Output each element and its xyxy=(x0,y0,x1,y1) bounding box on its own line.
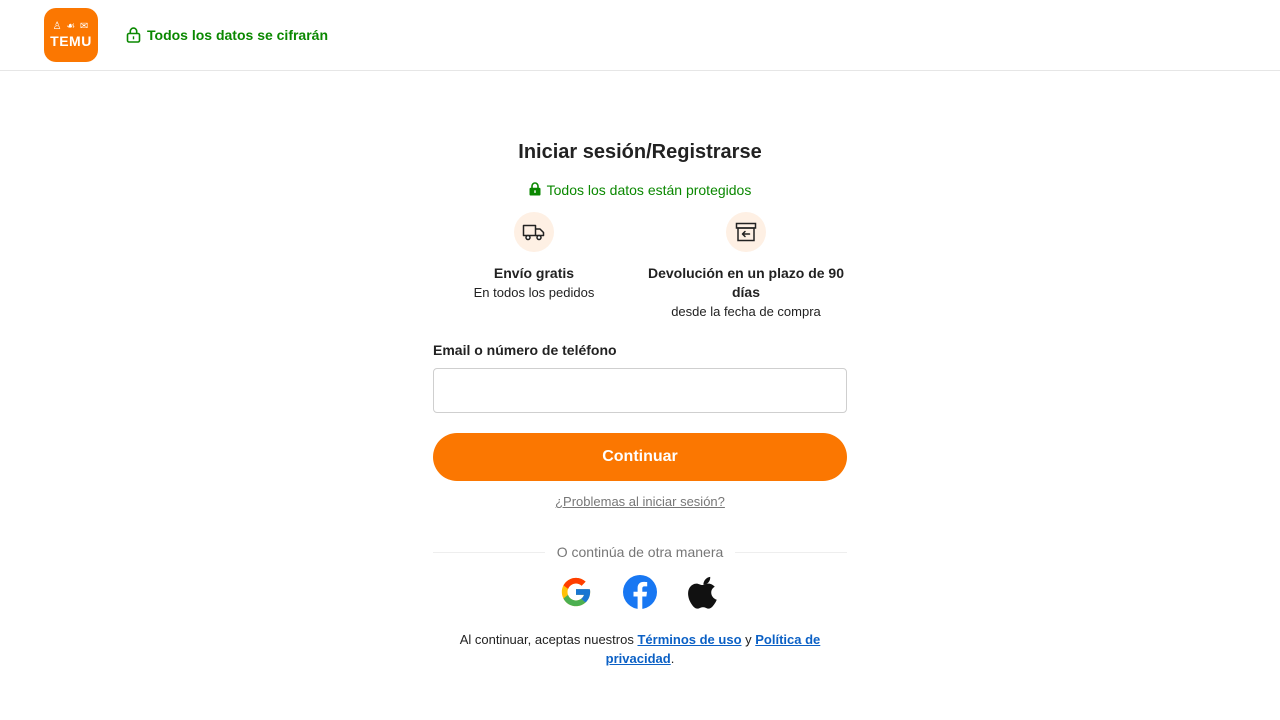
divider-line-left xyxy=(433,551,545,553)
benefits: Envío gratis En todos los pedidos Devolu… xyxy=(433,212,847,322)
lock-filled-icon xyxy=(529,181,541,199)
benefit-free-shipping: Envío gratis En todos los pedidos xyxy=(449,212,619,302)
social-login xyxy=(433,574,847,610)
facebook-login-button[interactable] xyxy=(622,574,658,610)
email-phone-input[interactable] xyxy=(433,368,847,413)
benefit-title: Envío gratis xyxy=(493,265,575,281)
encryption-notice: Todos los datos se cifrarán xyxy=(126,27,328,43)
apple-login-button[interactable] xyxy=(686,574,722,610)
email-phone-label: Email o número de teléfono xyxy=(433,342,617,358)
google-icon xyxy=(561,577,591,607)
temu-logo[interactable]: ♙ ☙ ✉ TEMU xyxy=(44,8,98,62)
terms-suffix: . xyxy=(670,651,675,666)
page-title: Iniciar sesión/Registrarse xyxy=(518,141,762,163)
terms-prefix: Al continuar, aceptas nuestros xyxy=(459,632,634,647)
top-bar: ♙ ☙ ✉ TEMU Todos los datos se cifrarán xyxy=(0,0,1280,71)
logo-text: TEMU xyxy=(50,33,92,49)
google-login-button[interactable] xyxy=(558,574,594,610)
trouble-signing-in: ¿Problemas al iniciar sesión? xyxy=(433,494,847,509)
continue-button[interactable]: Continuar xyxy=(433,433,847,481)
terms-of-use-link[interactable]: Términos de uso xyxy=(637,632,741,647)
divider-text: O continúa de otra manera xyxy=(556,544,724,560)
encryption-text: Todos los datos se cifrarán xyxy=(147,27,329,43)
divider-line-right xyxy=(735,551,848,553)
benefit-subtitle: En todos los pedidos xyxy=(473,285,595,300)
apple-icon xyxy=(688,576,717,609)
logo-icons: ♙ ☙ ✉ xyxy=(52,21,90,32)
benefit-returns: Devolución en un plazo de 90 días desde … xyxy=(645,212,847,321)
terms-and: y xyxy=(745,632,752,647)
terms-notice: Al continuar, aceptas nuestros Términos … xyxy=(433,630,847,668)
login-panel: Iniciar sesión/Registrarse Todos los dat… xyxy=(433,130,848,666)
protected-notice: Todos los datos están protegidos xyxy=(433,180,847,200)
divider: O continúa de otra manera xyxy=(433,542,848,562)
facebook-icon xyxy=(623,575,657,609)
truck-icon xyxy=(514,212,554,252)
protected-text: Todos los datos están protegidos xyxy=(546,182,752,198)
benefit-subtitle: desde la fecha de compra xyxy=(671,304,821,319)
benefit-title: Devolución en un plazo de 90 días xyxy=(647,265,845,300)
lock-icon xyxy=(126,27,141,43)
return-box-icon xyxy=(726,212,766,252)
trouble-signing-in-link[interactable]: ¿Problemas al iniciar sesión? xyxy=(555,494,725,509)
